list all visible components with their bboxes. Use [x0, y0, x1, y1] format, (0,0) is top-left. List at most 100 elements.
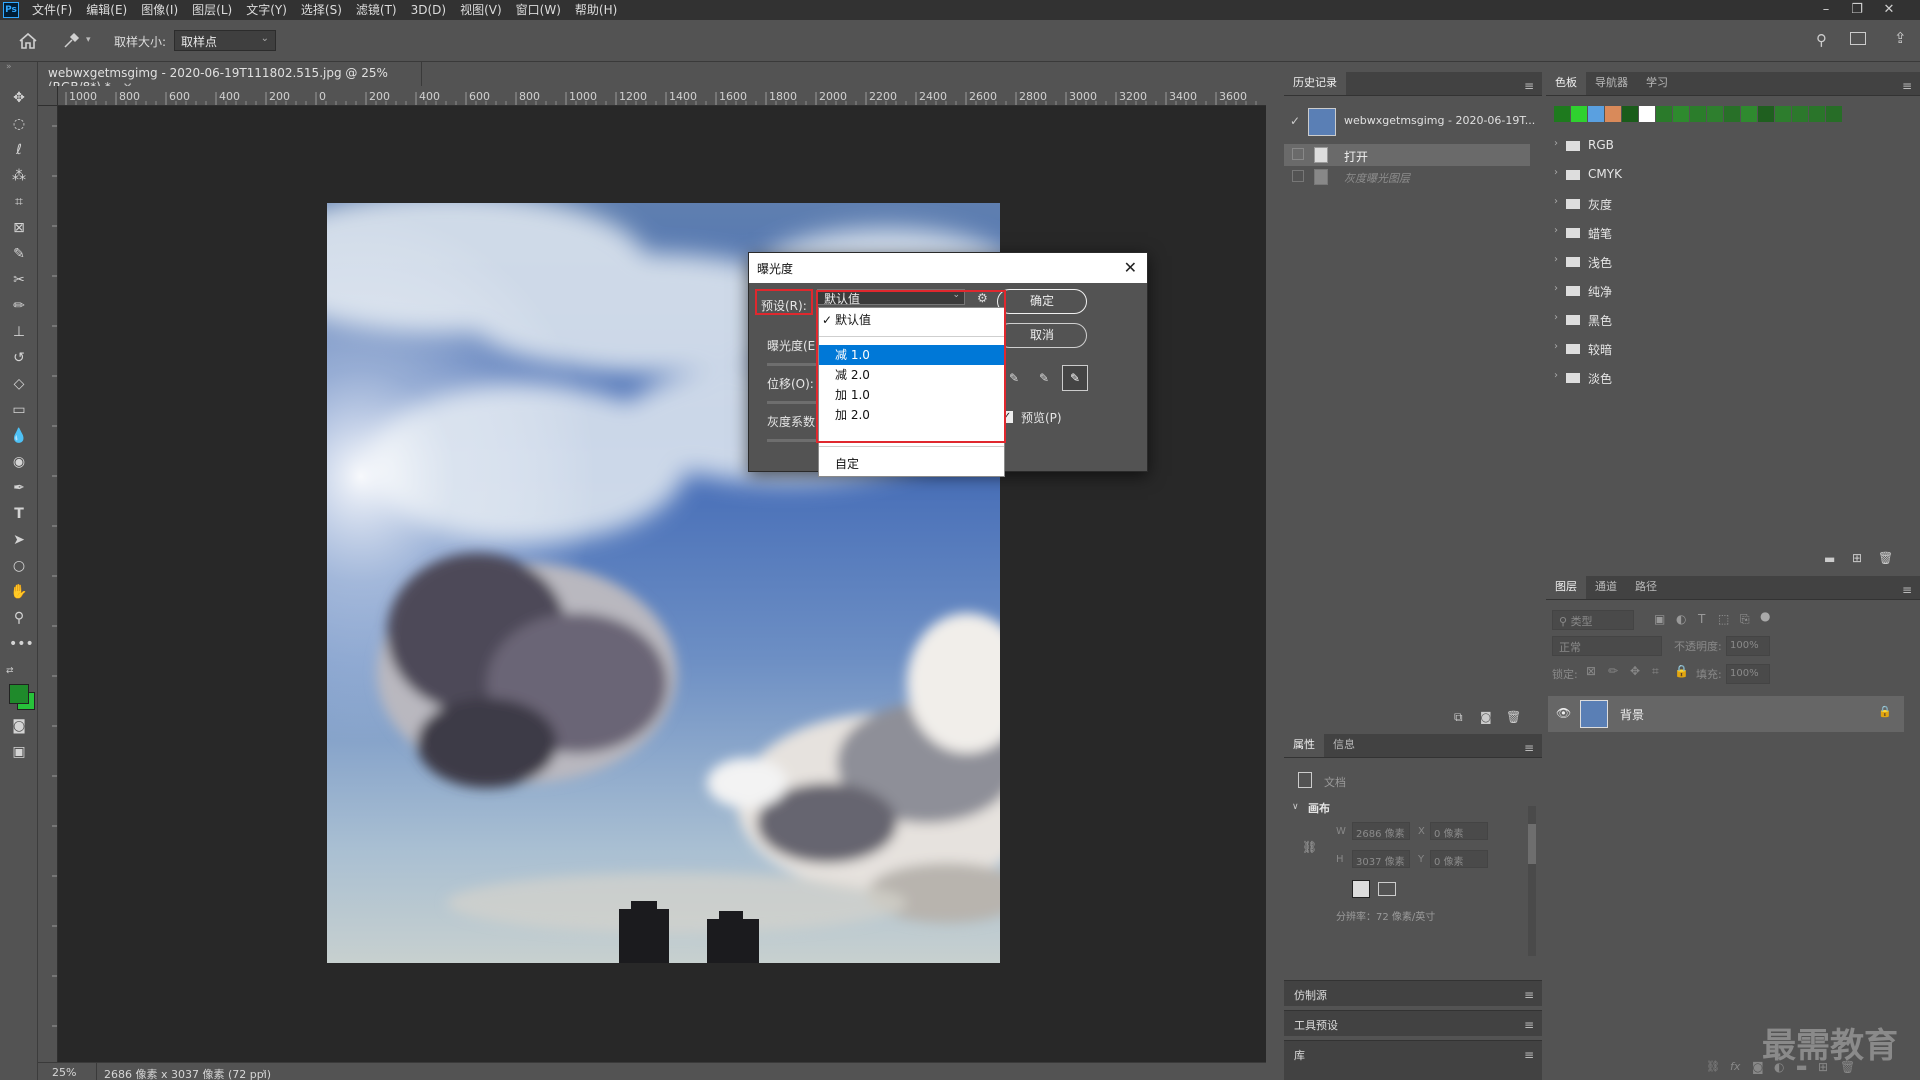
close-window-icon[interactable]: ✕	[1874, 0, 1904, 20]
opacity-field[interactable]: 100%	[1726, 636, 1770, 656]
tab-info[interactable]: 信息	[1324, 731, 1364, 757]
chevron-right-icon[interactable]: ›	[1554, 283, 1558, 294]
tab-swatches[interactable]: 色板	[1546, 69, 1586, 95]
home-icon[interactable]	[18, 32, 38, 50]
lock-position-icon[interactable]: ✥	[1630, 664, 1640, 678]
horizontal-ruler[interactable]: 1000 800 600 400 200 0 200 400 600 800 1000 1200 140…	[58, 86, 1266, 106]
healing-brush-tool-icon[interactable]: ✂	[9, 270, 29, 290]
tab-history[interactable]: 历史记录	[1284, 69, 1346, 95]
menu-view[interactable]: 视图(V)	[453, 0, 509, 20]
swatch-folder[interactable]: › 浅色	[1548, 250, 1914, 274]
black-point-eyedropper-icon[interactable]: ✎	[1009, 371, 1019, 385]
menu-3d[interactable]: 3D(D)	[404, 0, 453, 20]
quick-mask-icon[interactable]: ◙	[9, 716, 29, 736]
filter-smart-object-icon[interactable]: ⎘	[1740, 612, 1750, 627]
eyedropper-tool-side-icon[interactable]: ✎	[9, 244, 29, 264]
ellipse-tool-icon[interactable]: ○	[9, 556, 29, 576]
color-swatch[interactable]	[1639, 106, 1655, 122]
lock-all-icon[interactable]: 🔒	[1674, 664, 1689, 678]
sample-size-select[interactable]: 取样点 ⌄	[174, 30, 276, 51]
swap-colors-icon[interactable]: ⇄	[6, 666, 14, 676]
gray-point-eyedropper-icon[interactable]: ✎	[1039, 371, 1049, 385]
height-field[interactable]: 3037 像素	[1352, 850, 1410, 868]
y-field[interactable]: 0 像素	[1430, 850, 1488, 868]
history-step-exposure[interactable]: 灰度曝光图层	[1284, 166, 1530, 188]
color-swatch[interactable]	[1588, 106, 1604, 122]
color-swatch[interactable]	[1622, 106, 1638, 122]
layer-style-icon[interactable]: fx	[1730, 1060, 1740, 1073]
history-step-checkbox[interactable]	[1292, 170, 1304, 182]
filter-adjustment-icon[interactable]: ◐	[1676, 612, 1686, 626]
document-tab[interactable]: webwxgetmsgimg - 2020-06-19T111802.515.j…	[38, 62, 422, 94]
swatch-folder[interactable]: › RGB	[1548, 134, 1914, 158]
cancel-button[interactable]: 取消	[997, 323, 1087, 348]
swatch-folder[interactable]: › 黑色	[1548, 308, 1914, 332]
new-group-icon[interactable]: ▬	[1824, 552, 1835, 566]
history-brush-source-icon[interactable]: ✓	[1290, 114, 1300, 128]
layer-row-background[interactable]: 👁 背景 🔒	[1548, 696, 1904, 732]
chevron-right-icon[interactable]: ›	[1554, 312, 1558, 323]
chevron-down-icon[interactable]: ∨	[1292, 802, 1299, 812]
clone-stamp-tool-icon[interactable]: ⊥	[9, 322, 29, 342]
status-menu-chevron-icon[interactable]: ›	[262, 1065, 266, 1078]
color-swatch[interactable]	[1809, 106, 1825, 122]
fill-field[interactable]: 100%	[1726, 664, 1770, 684]
menu-file[interactable]: 文件(F)	[25, 0, 79, 20]
panel-menu-icon[interactable]: ≡	[1524, 1018, 1534, 1032]
menu-help[interactable]: 帮助(H)	[568, 0, 624, 20]
panel-menu-icon[interactable]: ≡	[1524, 1048, 1534, 1062]
eraser-tool-icon[interactable]: ◇	[9, 374, 29, 394]
panel-menu-icon[interactable]: ≡	[1524, 741, 1534, 755]
panel-menu-icon[interactable]: ≡	[1902, 79, 1912, 93]
crop-tool-icon[interactable]: ⌗	[9, 192, 29, 212]
color-swatch[interactable]	[1826, 106, 1842, 122]
chevron-right-icon[interactable]: ›	[1554, 167, 1558, 178]
search-icon[interactable]: ⚲	[1816, 31, 1827, 49]
color-swatch[interactable]	[1554, 106, 1570, 122]
color-swatch[interactable]	[1571, 106, 1587, 122]
panel-menu-icon[interactable]: ≡	[1524, 79, 1534, 93]
layer-name[interactable]: 背景	[1620, 706, 1644, 723]
history-brush-tool-icon[interactable]: ↺	[9, 348, 29, 368]
history-step-open[interactable]: 打开	[1284, 144, 1530, 166]
eyedropper-tool-icon[interactable]	[62, 32, 80, 50]
close-icon[interactable]: ✕	[1124, 258, 1137, 277]
delete-swatch-icon[interactable]: 🗑	[1878, 551, 1893, 565]
chevron-right-icon[interactable]: ›	[1554, 341, 1558, 352]
color-swatch[interactable]	[1724, 106, 1740, 122]
screen-mode-icon[interactable]: ▣	[9, 742, 29, 762]
color-swatch[interactable]	[1690, 106, 1706, 122]
lock-transparent-icon[interactable]: ⊠	[1586, 664, 1596, 678]
preset-option[interactable]: 自定	[819, 454, 1004, 474]
share-icon[interactable]: ⇪	[1894, 29, 1907, 47]
history-snapshot[interactable]: ✓ webwxgetmsgimg - 2020-06-19T...	[1284, 102, 1542, 140]
color-swatch[interactable]	[1792, 106, 1808, 122]
brush-tool-icon[interactable]: ✏	[9, 296, 29, 316]
portrait-orientation-icon[interactable]	[1352, 880, 1370, 898]
tab-properties[interactable]: 属性	[1284, 731, 1324, 757]
clone-source-panel[interactable]: 仿制源 ≡	[1284, 980, 1542, 1006]
dialog-titlebar[interactable]: 曝光度 ✕	[749, 253, 1147, 283]
layer-filter-select[interactable]: ⚲ 类型	[1552, 610, 1634, 630]
type-tool-icon[interactable]: T	[9, 504, 29, 524]
chevron-right-icon[interactable]: ›	[1554, 225, 1558, 236]
color-swatch[interactable]	[1656, 106, 1672, 122]
dodge-tool-icon[interactable]: ◉	[9, 452, 29, 472]
blur-tool-icon[interactable]: 💧	[9, 426, 29, 446]
chevron-right-icon[interactable]: ›	[1554, 370, 1558, 381]
vertical-ruler[interactable]	[38, 106, 58, 1062]
zoom-tool-icon[interactable]: ⚲	[9, 608, 29, 628]
lock-artboard-icon[interactable]: ⌗	[1652, 664, 1659, 679]
minimize-icon[interactable]: –	[1811, 0, 1841, 20]
panel-menu-icon[interactable]: ≡	[1902, 583, 1912, 597]
foreground-color-swatch[interactable]	[9, 684, 29, 704]
workspace-icon[interactable]	[1850, 32, 1866, 45]
tab-learn[interactable]: 学习	[1637, 69, 1677, 95]
preview-label[interactable]: 预览(P)	[1021, 409, 1062, 426]
color-swatch[interactable]	[1707, 106, 1723, 122]
frame-tool-icon[interactable]: ⊠	[9, 218, 29, 238]
menu-window[interactable]: 窗口(W)	[509, 0, 568, 20]
swatch-folder[interactable]: › 蜡笔	[1548, 221, 1914, 245]
tool-presets-panel[interactable]: 工具预设 ≡	[1284, 1010, 1542, 1036]
move-tool-icon[interactable]: ✥	[9, 88, 29, 108]
